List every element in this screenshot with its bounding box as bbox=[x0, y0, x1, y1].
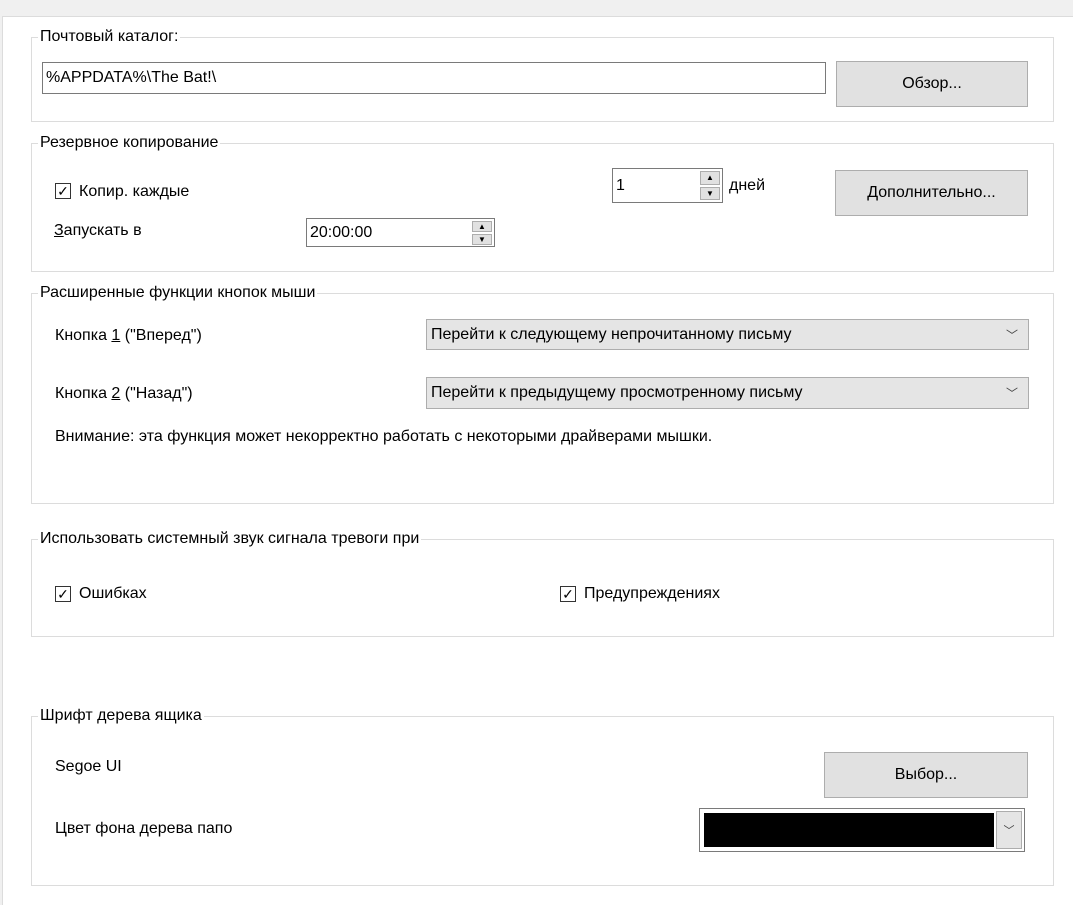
sound-group: Использовать системный звук сигнала трев… bbox=[31, 530, 1054, 637]
bg-color-select[interactable]: ﹀ bbox=[699, 808, 1025, 852]
choose-font-button[interactable]: Выбор... bbox=[824, 752, 1028, 798]
button1-value: Перейти к следующему непрочитанному пись… bbox=[431, 325, 792, 343]
copy-every-label: Копир. каждые bbox=[79, 183, 190, 200]
chevron-down-icon: ﹀ bbox=[1005, 386, 1018, 401]
run-at-label: Запускать в bbox=[54, 222, 142, 239]
days-value: 1 bbox=[616, 176, 625, 194]
group-title: Резервное копирование bbox=[38, 134, 221, 152]
button2-select[interactable]: Перейти к предыдущему просмотренному пис… bbox=[426, 377, 1029, 409]
mail-dir-input[interactable]: %APPDATA%\The Bat!\ bbox=[42, 62, 826, 94]
button1-label: Кнопка 1 ("Вперед") bbox=[55, 327, 202, 344]
advanced-button[interactable]: Дополнительно... bbox=[835, 170, 1028, 216]
warnings-checkbox[interactable]: ✓ bbox=[560, 586, 576, 602]
days-spinner[interactable]: 1 ▲ ▼ bbox=[612, 168, 723, 203]
color-swatch bbox=[704, 813, 994, 847]
chevron-down-icon: ﹀ bbox=[1005, 328, 1018, 342]
errors-checkbox[interactable]: ✓ bbox=[55, 586, 71, 602]
group-title: Расширенные функции кнопок мыши bbox=[38, 284, 318, 302]
time-value: 20:00:00 bbox=[310, 223, 373, 241]
spin-up-icon[interactable]: ▲ bbox=[472, 221, 492, 232]
group-title: Использовать системный звук сигнала трев… bbox=[38, 530, 422, 548]
font-group: Шрифт дерева ящика bbox=[31, 707, 1054, 886]
spin-up-icon[interactable]: ▲ bbox=[700, 171, 720, 185]
group-title: Почтовый каталог: bbox=[38, 28, 181, 46]
warnings-label: Предупреждениях bbox=[584, 585, 720, 602]
mouse-warning: Внимание: эта функция может некорректно … bbox=[55, 428, 713, 445]
bg-color-label: Цвет фона дерева папо bbox=[55, 820, 233, 837]
browse-button[interactable]: Обзор... bbox=[836, 61, 1028, 107]
copy-every-checkbox[interactable]: ✓ bbox=[55, 183, 71, 199]
time-spinner[interactable]: 20:00:00 ▲ ▼ bbox=[306, 218, 495, 247]
button2-value: Перейти к предыдущему просмотренному пис… bbox=[431, 384, 803, 401]
spin-down-icon[interactable]: ▼ bbox=[472, 234, 492, 245]
chevron-down-icon[interactable]: ﹀ bbox=[996, 811, 1022, 849]
button1-select[interactable]: Перейти к следующему непрочитанному пись… bbox=[426, 319, 1029, 350]
font-name: Segoe UI bbox=[55, 758, 122, 775]
group-title: Шрифт дерева ящика bbox=[38, 707, 204, 725]
days-label: дней bbox=[729, 177, 766, 194]
button2-label: Кнопка 2 ("Назад") bbox=[55, 385, 193, 402]
errors-label: Ошибках bbox=[79, 585, 147, 602]
spin-down-icon[interactable]: ▼ bbox=[700, 186, 720, 200]
